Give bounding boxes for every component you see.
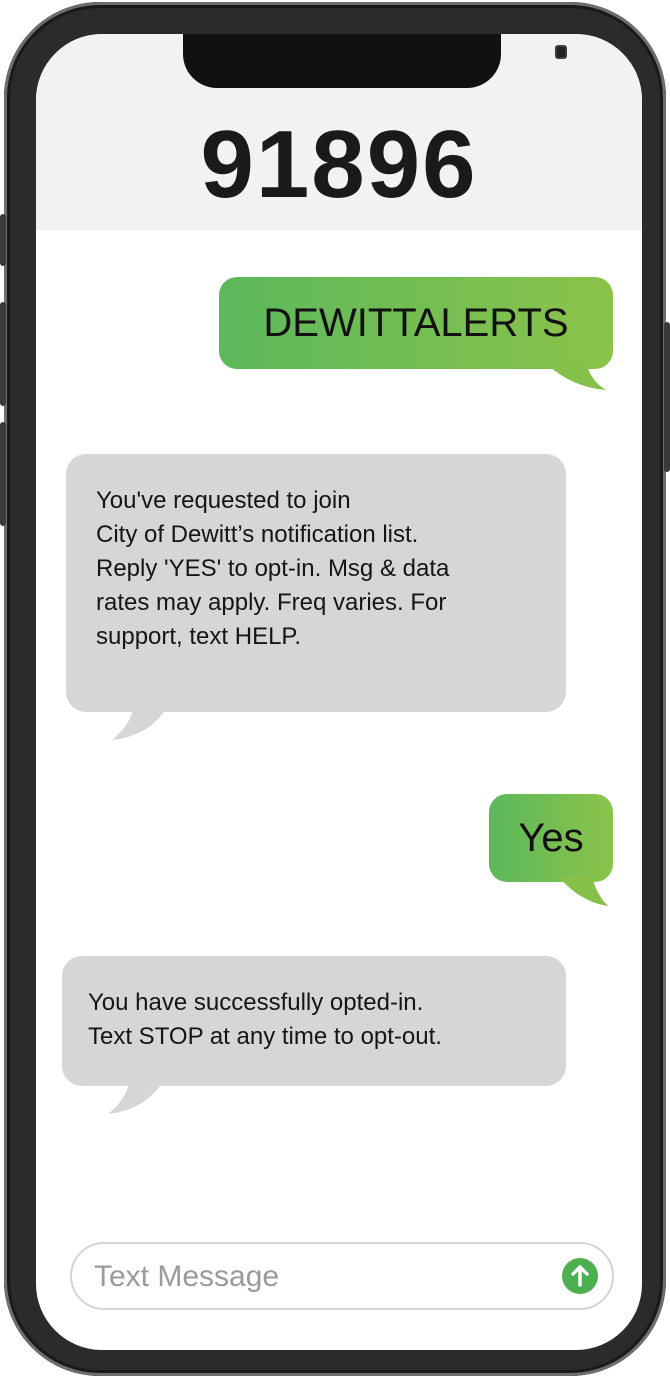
phone-screen: 91896 DEWITTALERTS You've requested to j… — [36, 34, 642, 1350]
message-text: You've requested to join City of Dewitt’… — [96, 487, 450, 650]
volume-up-button — [0, 302, 6, 406]
message-composer — [70, 1242, 614, 1310]
volume-down-button — [0, 422, 6, 526]
message-text: Yes — [518, 816, 584, 860]
message-text: You have successfully opted-in. Text STO… — [88, 989, 442, 1050]
outgoing-message[interactable]: DEWITTALERTS — [219, 277, 613, 369]
camera-icon — [555, 45, 567, 59]
mute-switch — [0, 214, 6, 266]
message-text: DEWITTALERTS — [263, 301, 569, 345]
text-message-input[interactable] — [92, 1256, 536, 1298]
phone-frame: 91896 DEWITTALERTS You've requested to j… — [0, 2, 670, 1376]
incoming-bubble-tail — [108, 1080, 164, 1114]
arrow-up-icon — [571, 1265, 589, 1287]
outgoing-bubble-tail — [558, 876, 608, 906]
incoming-message[interactable]: You've requested to join City of Dewitt’… — [66, 454, 566, 712]
power-button — [664, 322, 670, 472]
contact-number: 91896 — [200, 111, 478, 218]
incoming-bubble-tail — [112, 706, 168, 740]
outgoing-bubble-tail — [546, 364, 606, 390]
notch — [183, 34, 567, 88]
send-button[interactable] — [562, 1258, 598, 1294]
incoming-message[interactable]: You have successfully opted-in. Text STO… — [62, 956, 566, 1086]
outgoing-message[interactable]: Yes — [489, 794, 613, 882]
